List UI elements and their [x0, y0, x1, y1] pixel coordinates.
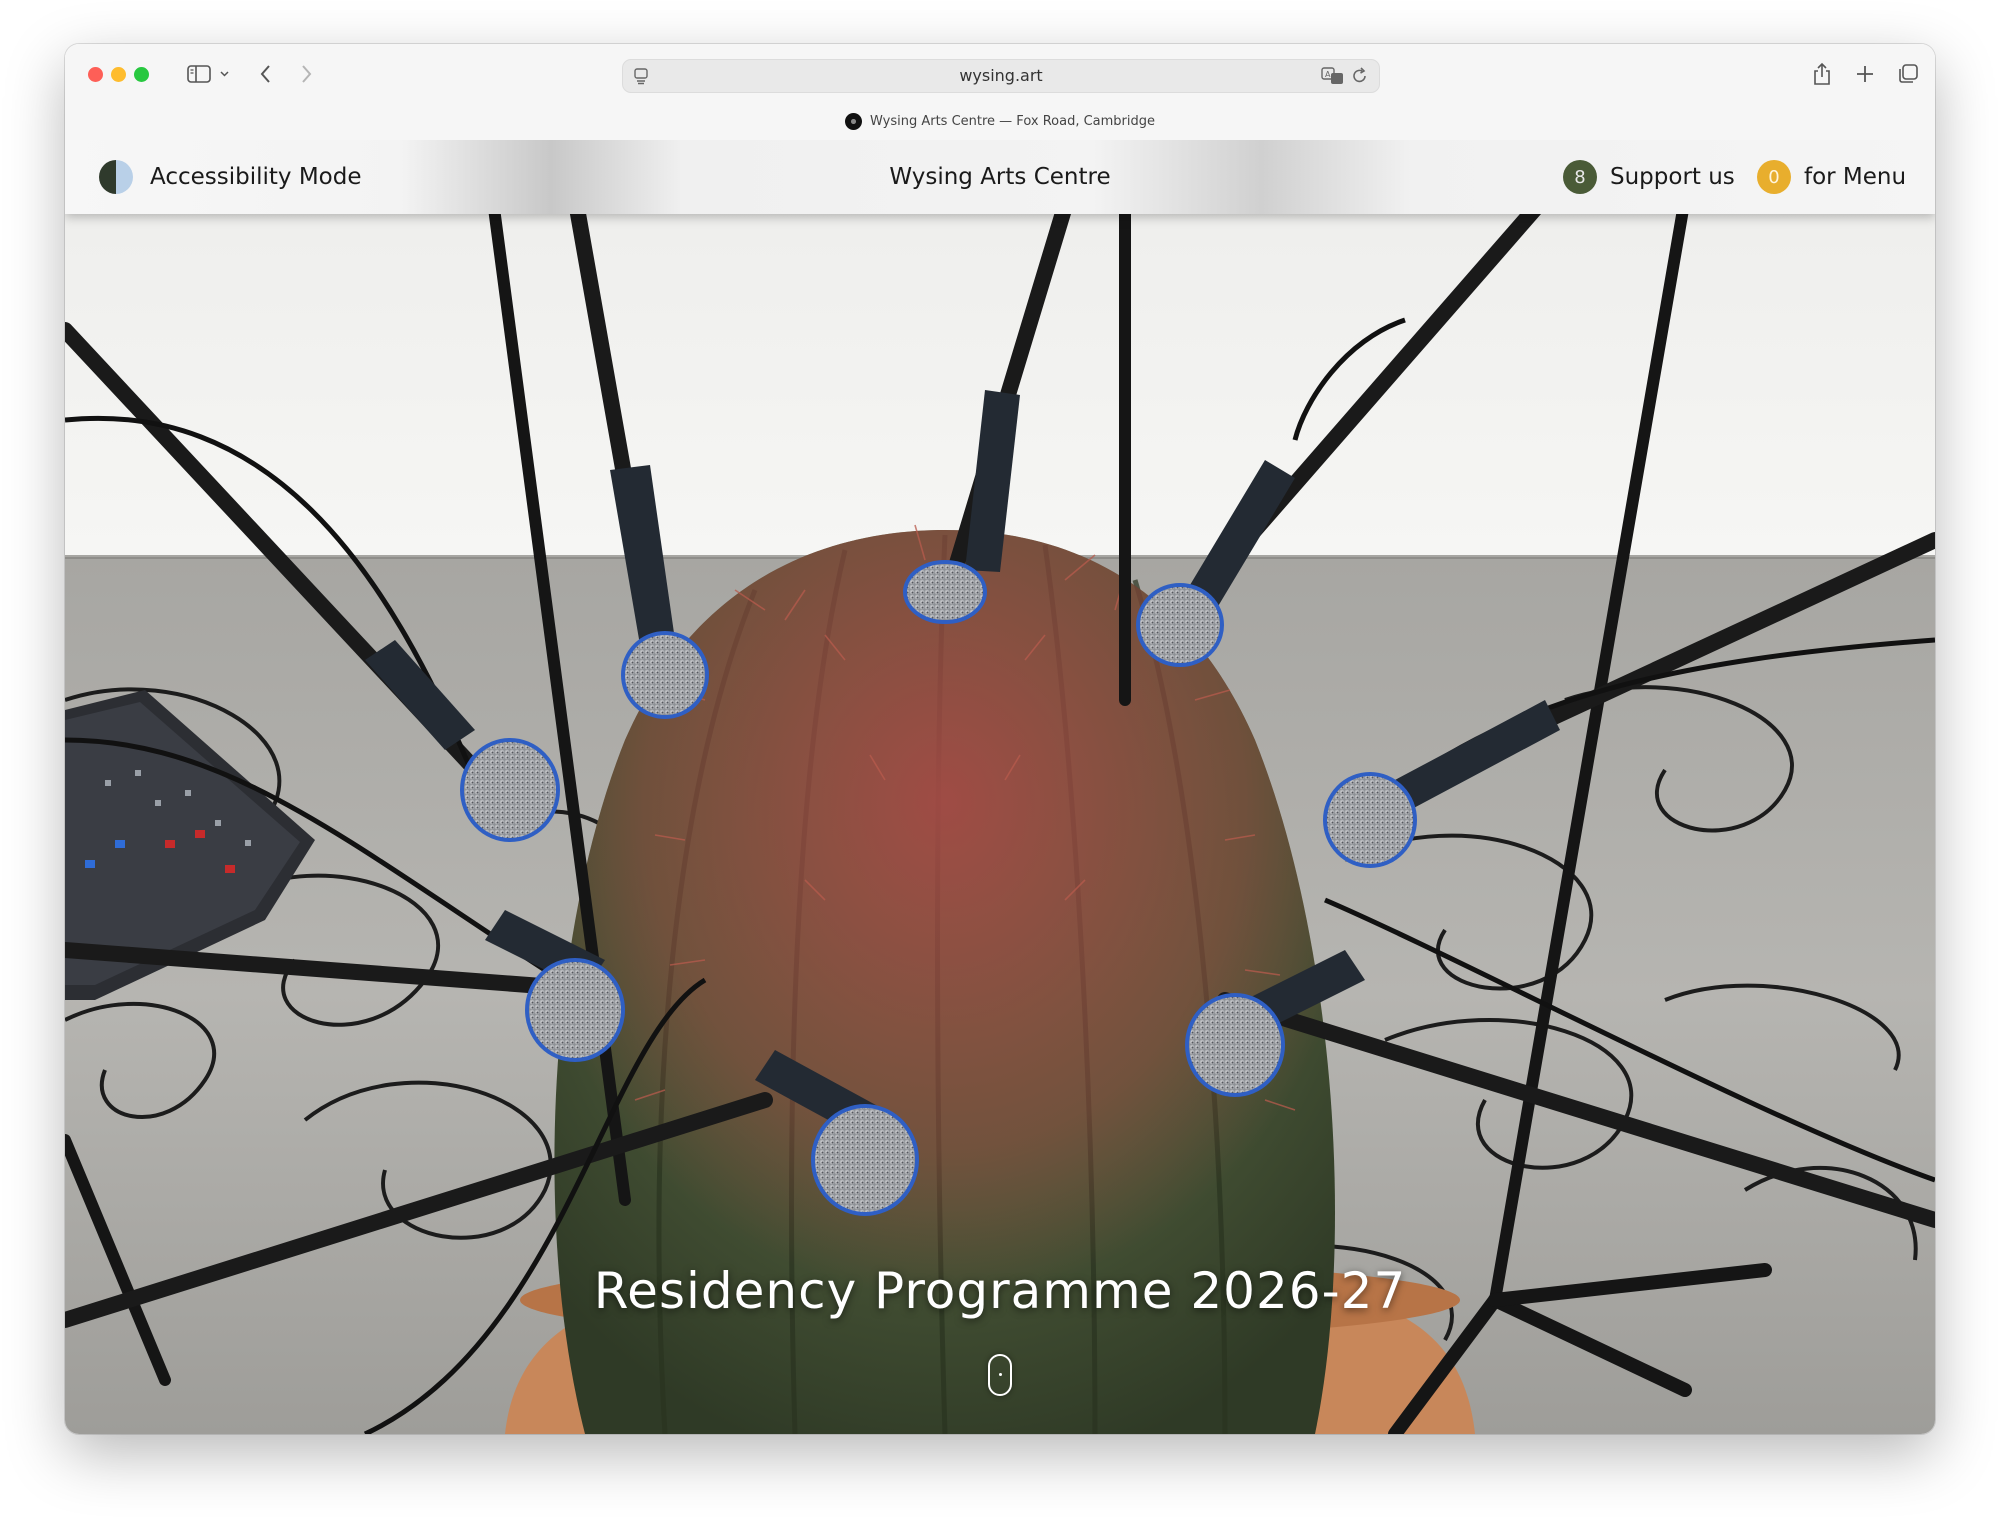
chevron-right-icon: [302, 65, 312, 83]
menu-badge: 0: [1757, 160, 1791, 194]
share-icon: [1814, 62, 1830, 85]
hero-heading[interactable]: Residency Programme 2026-27: [65, 1262, 1935, 1320]
site-favicon-icon: [845, 112, 862, 130]
browser-toolbar: wysing.art A Wysing Arts Centre — Fox Ro…: [65, 44, 1935, 141]
plus-icon: [1857, 66, 1873, 82]
translate-icon[interactable]: A: [1321, 66, 1345, 86]
browser-window: wysing.art A Wysing Arts Centre — Fox Ro…: [65, 44, 1935, 1434]
url-text[interactable]: wysing.art: [623, 60, 1379, 92]
chevron-left-icon: [260, 65, 270, 83]
menu-label: for Menu: [1804, 164, 1907, 190]
minimize-window-button[interactable]: [111, 67, 126, 82]
sidebar-icon: [187, 65, 229, 83]
tabs-overview-icon: [1899, 64, 1918, 83]
close-window-button[interactable]: [88, 67, 103, 82]
back-button[interactable]: [251, 56, 281, 92]
new-tab-button[interactable]: [1850, 56, 1880, 92]
scroll-down-icon[interactable]: [988, 1354, 1012, 1396]
tab-title-text: Wysing Arts Centre — Fox Road, Cambridge: [870, 113, 1155, 129]
svg-text:A: A: [1325, 70, 1331, 79]
share-button[interactable]: [1807, 56, 1837, 92]
web-page: Accessibility Mode Wysing Arts Centre 8 …: [65, 140, 1935, 1434]
support-us-link[interactable]: 8 Support us: [1563, 140, 1735, 214]
forward-button[interactable]: [291, 56, 321, 92]
zoom-window-button[interactable]: [134, 67, 149, 82]
menu-button[interactable]: 0 for Menu: [1757, 140, 1906, 214]
support-badge: 8: [1563, 160, 1597, 194]
address-bar[interactable]: wysing.art A: [622, 59, 1380, 93]
site-header: Accessibility Mode Wysing Arts Centre 8 …: [65, 140, 1935, 214]
support-us-label: Support us: [1610, 164, 1735, 190]
reload-icon[interactable]: [1351, 66, 1369, 86]
sidebar-toggle-button[interactable]: [179, 56, 239, 92]
tab-overview-button[interactable]: [1893, 56, 1923, 92]
active-tab[interactable]: Wysing Arts Centre — Fox Road, Cambridge: [65, 110, 1935, 132]
hero-image: [65, 140, 1935, 1434]
